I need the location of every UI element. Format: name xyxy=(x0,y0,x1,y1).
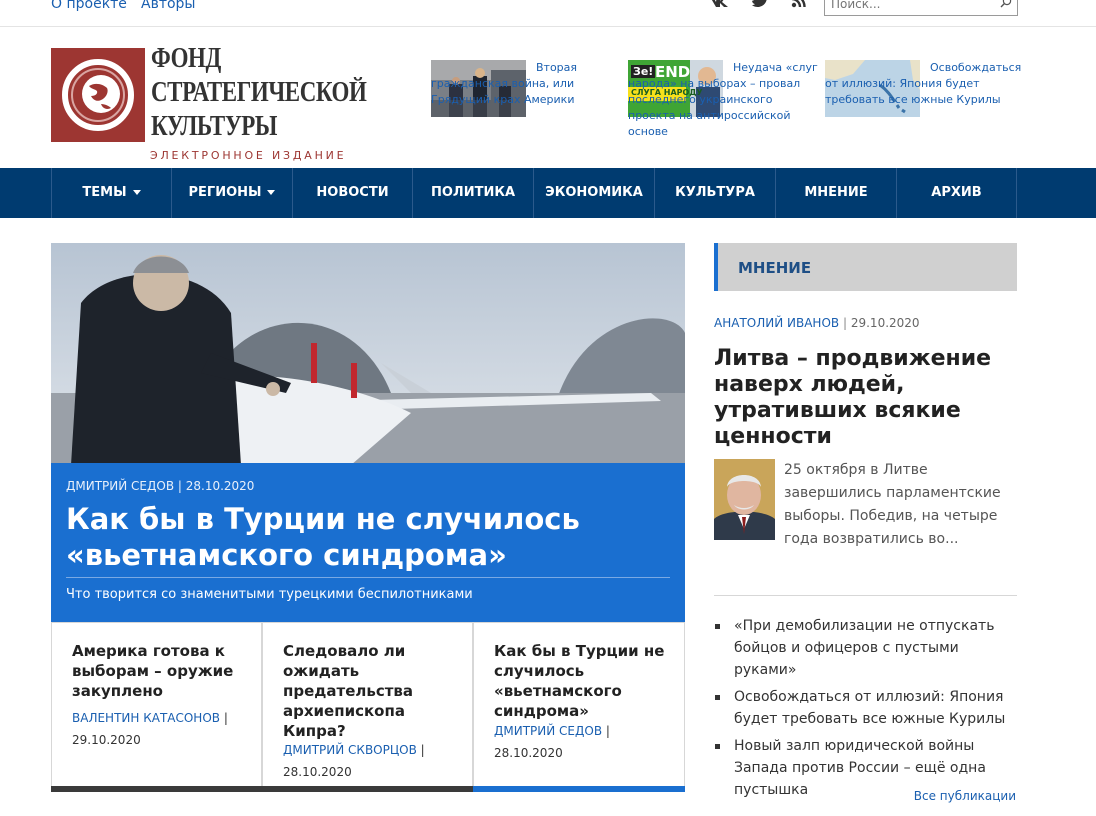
nav-item-archive[interactable]: АРХИВ xyxy=(896,168,1017,218)
nav-item-politics[interactable]: ПОЛИТИКА xyxy=(412,168,533,218)
sidebar-divider xyxy=(714,595,1017,596)
card-author[interactable]: ВАЛЕНТИН КАТАСОНОВ xyxy=(72,711,220,725)
featured-article[interactable]: ДМИТРИЙ СЕДОВ | 28.10.2020 Как бы в Турц… xyxy=(51,243,685,623)
list-item[interactable]: Освобождаться от иллюзий: Япония будет т… xyxy=(714,686,1017,730)
card-meta: ДМИТРИЙ СКВОРЦОВ | 28.10.2020 xyxy=(283,743,425,779)
opinion-meta: АНАТОЛИЙ ИВАНОВ | 29.10.2020 xyxy=(714,316,920,330)
list-item-label[interactable]: «При демобилизации не отпускать бойцов и… xyxy=(734,618,994,678)
card-date: 29.10.2020 xyxy=(72,733,141,747)
card-date: 28.10.2020 xyxy=(494,746,563,760)
caret-down-icon xyxy=(132,190,141,195)
featured-meta: ДМИТРИЙ СЕДОВ | 28.10.2020 xyxy=(66,479,255,493)
teaser-title[interactable]: Освобождаться от иллюзий: Япония будет т… xyxy=(825,60,1021,108)
bullet-icon xyxy=(715,744,720,749)
card-bar-dark xyxy=(51,786,473,792)
vk-icon[interactable] xyxy=(708,0,732,12)
featured-caption[interactable]: ДМИТРИЙ СЕДОВ | 28.10.2020 Как бы в Турц… xyxy=(51,463,685,623)
opinion-heading-label: МНЕНИЕ xyxy=(738,259,812,277)
card-title[interactable]: Америка готова к выборам – оружие закупл… xyxy=(72,641,247,701)
card-meta: ВАЛЕНТИН КАТАСОНОВ | 29.10.2020 xyxy=(72,711,228,747)
opinion-author[interactable]: АНАТОЛИЙ ИВАНОВ xyxy=(714,316,839,330)
article-cards: Америка готова к выборам – оружие закупл… xyxy=(51,622,685,792)
top-bar: О проекте Авторы xyxy=(0,0,1096,27)
featured-author[interactable]: ДМИТРИЙ СЕДОВ xyxy=(66,479,174,493)
logo-subtitle: ЭЛЕКТРОННОЕ ИЗДАНИЕ xyxy=(150,149,347,162)
teaser-title[interactable]: Неудача «слуг народа» на выборах – прова… xyxy=(628,60,818,140)
all-publications-link[interactable]: Все публикации xyxy=(914,789,1016,803)
nav-label: НОВОСТИ xyxy=(316,185,389,200)
card-bar-blue xyxy=(473,786,685,792)
card-title[interactable]: Как бы в Турции не случилось «вьетнамско… xyxy=(494,641,669,721)
rss-icon[interactable] xyxy=(791,0,807,12)
nav-item-economics[interactable]: ЭКОНОМИКА xyxy=(533,168,654,218)
caret-down-icon xyxy=(267,190,276,195)
card-author[interactable]: ДМИТРИЙ СКВОРЦОВ xyxy=(283,743,417,757)
nav-label: РЕГИОНЫ xyxy=(188,185,262,200)
featured-title[interactable]: Как бы в Турции не случилось «вьетнамско… xyxy=(66,501,666,573)
featured-divider xyxy=(66,577,670,578)
opinion-title[interactable]: Литва – продвижение наверх людей, утрати… xyxy=(714,346,1014,450)
twitter-icon[interactable] xyxy=(751,0,769,12)
nav-item-opinion[interactable]: МНЕНИЕ xyxy=(775,168,896,218)
search-icon[interactable] xyxy=(1000,0,1012,8)
card-meta: ДМИТРИЙ СЕДОВ | 28.10.2020 xyxy=(494,724,610,760)
featured-date: 28.10.2020 xyxy=(185,479,255,493)
article-card[interactable]: Америка готова к выборам – оружие закупл… xyxy=(51,622,262,786)
nav-label: КУЛЬТУРА xyxy=(675,185,755,200)
logo-text-line1: ФОНД xyxy=(151,43,221,74)
author-avatar[interactable] xyxy=(714,459,775,540)
featured-subtitle: Что творится со знаменитыми турецкими бе… xyxy=(66,587,473,602)
logo-text-line2: СТРАТЕГИЧЕСКОЙ xyxy=(151,77,367,108)
opinion-heading: МНЕНИЕ xyxy=(714,243,1017,291)
opinion-date: 29.10.2020 xyxy=(850,316,920,330)
nav-item-themes[interactable]: ТЕМЫ xyxy=(51,168,171,218)
nav-label: ПОЛИТИКА xyxy=(430,185,516,200)
authors-link[interactable]: Авторы xyxy=(141,0,196,12)
search-box[interactable] xyxy=(824,0,1018,16)
teaser-title[interactable]: Вторая гражданская война, или Грядущий к… xyxy=(431,60,621,108)
list-item[interactable]: «При демобилизации не отпускать бойцов и… xyxy=(714,615,1017,681)
bullet-icon xyxy=(715,624,720,629)
search-input[interactable] xyxy=(831,0,981,11)
featured-photo[interactable] xyxy=(51,243,685,465)
card-date: 28.10.2020 xyxy=(283,765,352,779)
article-card[interactable]: Как бы в Турции не случилось «вьетнамско… xyxy=(473,622,685,786)
nav-label: ЭКОНОМИКА xyxy=(545,185,643,200)
nav-label: АРХИВ xyxy=(931,185,982,200)
nav-label: ТЕМЫ xyxy=(82,185,127,200)
nav-label: МНЕНИЕ xyxy=(804,185,868,200)
nav-item-news[interactable]: НОВОСТИ xyxy=(292,168,412,218)
bullet-icon xyxy=(715,695,720,700)
opinion-excerpt: 25 октября в Литве завершились парламент… xyxy=(784,462,1001,547)
logo-text-line3: КУЛЬТУРЫ xyxy=(151,111,278,142)
card-title[interactable]: Следовало ли ожидать предательства архие… xyxy=(283,641,458,741)
card-author[interactable]: ДМИТРИЙ СЕДОВ xyxy=(494,724,602,738)
article-card[interactable]: Следовало ли ожидать предательства архие… xyxy=(262,622,473,786)
globe-emblem-icon xyxy=(51,48,145,142)
about-link[interactable]: О проекте xyxy=(51,0,127,12)
sidebar-list: «При демобилизации не отпускать бойцов и… xyxy=(714,615,1017,806)
main-nav: ТЕМЫ РЕГИОНЫ НОВОСТИ ПОЛИТИКА ЭКОНОМИКА … xyxy=(0,168,1096,218)
list-item-label[interactable]: Освобождаться от иллюзий: Япония будет т… xyxy=(734,689,1005,727)
nav-item-culture[interactable]: КУЛЬТУРА xyxy=(654,168,775,218)
nav-item-regions[interactable]: РЕГИОНЫ xyxy=(171,168,292,218)
